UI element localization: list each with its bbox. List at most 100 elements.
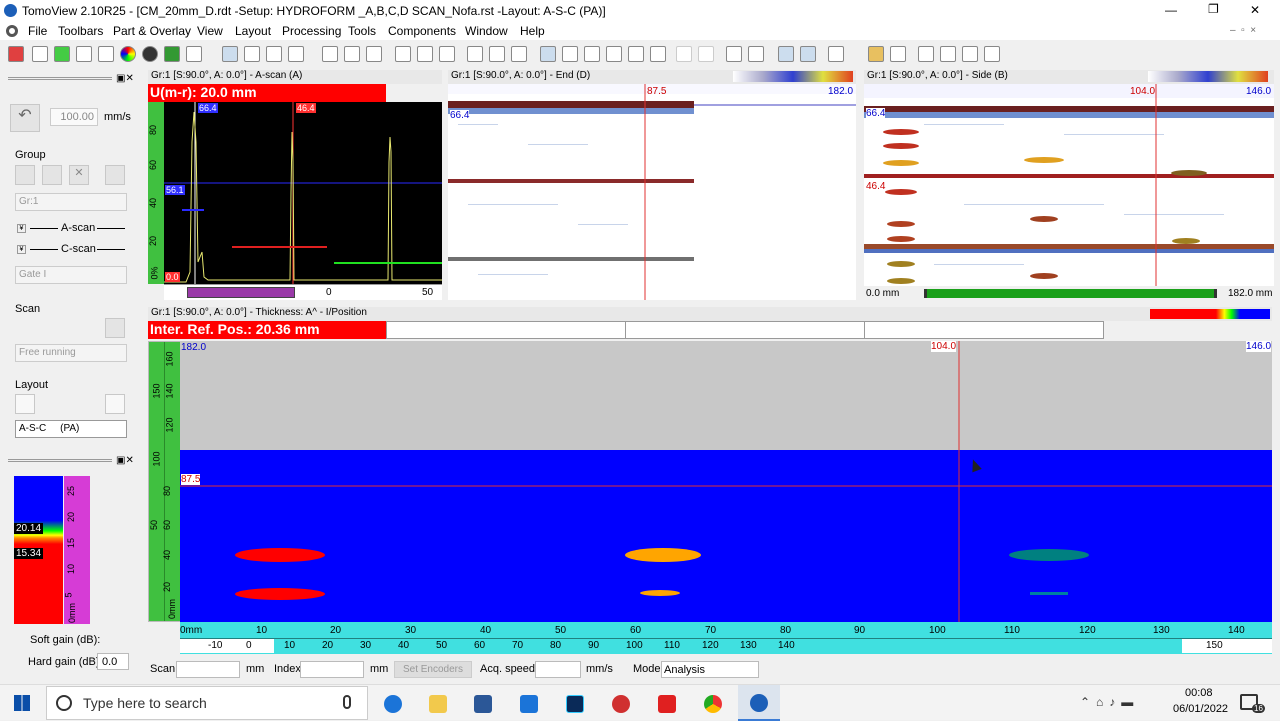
- side-view-plot[interactable]: [864, 84, 1274, 286]
- cscan-plot[interactable]: [180, 341, 1272, 622]
- edge-icon[interactable]: [384, 695, 402, 713]
- set-encoders-button[interactable]: Set Encoders: [394, 661, 472, 678]
- acq-speed-input[interactable]: [535, 661, 581, 678]
- toolbar-icon[interactable]: [748, 46, 764, 62]
- toolbar-icon[interactable]: [698, 46, 714, 62]
- gear-icon[interactable]: [6, 25, 18, 37]
- end-view-plot[interactable]: [448, 84, 856, 300]
- tray-icons[interactable]: ⌃⌂♪▬: [1080, 695, 1160, 711]
- chrome-icon[interactable]: [704, 695, 722, 713]
- zoom-icon[interactable]: [222, 46, 238, 62]
- toolbar-icon[interactable]: [32, 46, 48, 62]
- menu-processing[interactable]: Processing: [282, 24, 341, 38]
- layout-select[interactable]: A-S-C (PA): [15, 420, 127, 438]
- menu-tools[interactable]: Tools: [348, 24, 376, 38]
- folder-icon[interactable]: [868, 46, 884, 62]
- toolbar-icon[interactable]: [266, 46, 282, 62]
- store-icon[interactable]: [474, 695, 492, 713]
- menu-layout[interactable]: Layout: [235, 24, 271, 38]
- toolbar-icon[interactable]: [489, 46, 505, 62]
- cscan-expand-icon[interactable]: ¥: [17, 245, 26, 254]
- undo-button[interactable]: ↶: [10, 104, 40, 132]
- toolbar-icon[interactable]: [918, 46, 934, 62]
- pane-grip[interactable]: [8, 77, 112, 80]
- speed-input[interactable]: 100.00: [50, 108, 98, 126]
- side-scroll-bar[interactable]: [924, 289, 1217, 298]
- index-input[interactable]: [300, 661, 364, 678]
- app-icon-red[interactable]: [612, 695, 630, 713]
- group-btn-4[interactable]: [105, 165, 125, 185]
- acrobat-icon[interactable]: [658, 695, 676, 713]
- toolbar-icon[interactable]: [650, 46, 666, 62]
- scan-pos-input[interactable]: [176, 661, 240, 678]
- toolbar-icon[interactable]: [962, 46, 978, 62]
- photoshop-icon[interactable]: [566, 695, 584, 713]
- toolbar-icon[interactable]: [395, 46, 411, 62]
- pane-grip[interactable]: [8, 459, 112, 462]
- taskbar-search-box[interactable]: Type here to search: [46, 686, 368, 720]
- menu-window[interactable]: Window: [465, 24, 508, 38]
- layout-save-button[interactable]: [15, 394, 35, 414]
- toolbar-icon[interactable]: [800, 46, 816, 62]
- toolbar-icon[interactable]: [562, 46, 578, 62]
- menu-toolbars[interactable]: Toolbars: [58, 24, 103, 38]
- menu-view[interactable]: View: [197, 24, 223, 38]
- toolbar-icon[interactable]: [778, 46, 794, 62]
- tomoview-taskbar-item[interactable]: [738, 685, 780, 721]
- toolbar-icon[interactable]: [417, 46, 433, 62]
- toolbar-icon[interactable]: [676, 46, 692, 62]
- toolbar-icon[interactable]: [8, 46, 24, 62]
- close-button[interactable]: ✕: [1250, 3, 1260, 17]
- group-btn-3[interactable]: ✕: [69, 165, 89, 185]
- menu-part-overlay[interactable]: Part & Overlay: [113, 24, 191, 38]
- restore-button[interactable]: ❐: [1208, 2, 1219, 16]
- toolbar-icon[interactable]: [76, 46, 92, 62]
- windows-start-icon[interactable]: [14, 695, 30, 711]
- toolbar-icon[interactable]: [186, 46, 202, 62]
- toolbar-icon[interactable]: [142, 46, 158, 62]
- toolbar-icon[interactable]: [98, 46, 114, 62]
- toolbar-icon[interactable]: [164, 46, 180, 62]
- ascan-plot[interactable]: [164, 102, 442, 284]
- toolbar-icon[interactable]: [540, 46, 556, 62]
- minimize-button[interactable]: —: [1165, 3, 1177, 17]
- mdi-controls[interactable]: – ▫ ×: [1230, 25, 1275, 37]
- mail-icon[interactable]: [520, 695, 538, 713]
- toolbar-icon[interactable]: [584, 46, 600, 62]
- toolbar-icon[interactable]: [120, 46, 136, 62]
- group-btn-1[interactable]: [15, 165, 35, 185]
- group-btn-2[interactable]: [42, 165, 62, 185]
- clock-date[interactable]: 06/01/2022: [1173, 703, 1228, 715]
- menu-help[interactable]: Help: [520, 24, 545, 38]
- toolbar-icon[interactable]: [439, 46, 455, 62]
- ascan-xruler-bar[interactable]: [187, 287, 295, 298]
- toolbar-icon[interactable]: [288, 46, 304, 62]
- search-icon[interactable]: [726, 46, 742, 62]
- toolbar-icon[interactable]: [511, 46, 527, 62]
- toolbar-icon[interactable]: [366, 46, 382, 62]
- save-icon[interactable]: [890, 46, 906, 62]
- hard-gain-input[interactable]: 0.0: [97, 653, 129, 670]
- toolbar-icon[interactable]: [467, 46, 483, 62]
- toolbar-icon[interactable]: [54, 46, 70, 62]
- toolbar-icon[interactable]: [828, 46, 844, 62]
- gate-select[interactable]: Gate I: [15, 266, 127, 284]
- pane-close-icon[interactable]: ▣✕: [116, 73, 134, 84]
- clock-time[interactable]: 00:08: [1185, 687, 1213, 699]
- toolbar-icon[interactable]: [344, 46, 360, 62]
- microphone-icon[interactable]: [343, 695, 351, 709]
- mode-value[interactable]: Analysis: [661, 661, 759, 678]
- toolbar-icon[interactable]: [606, 46, 622, 62]
- file-explorer-icon[interactable]: [429, 695, 447, 713]
- ascan-expand-icon[interactable]: ¥: [17, 224, 26, 233]
- menu-components[interactable]: Components: [388, 24, 456, 38]
- toolbar-icon[interactable]: [322, 46, 338, 62]
- scan-mode-select[interactable]: Free running: [15, 344, 127, 362]
- toolbar-icon[interactable]: [244, 46, 260, 62]
- toolbar-icon[interactable]: [984, 46, 1000, 62]
- toolbar-icon[interactable]: [628, 46, 644, 62]
- menu-file[interactable]: File: [28, 24, 47, 38]
- layout-load-button[interactable]: [105, 394, 125, 414]
- scan-settings-button[interactable]: [105, 318, 125, 338]
- toolbar-icon[interactable]: [940, 46, 956, 62]
